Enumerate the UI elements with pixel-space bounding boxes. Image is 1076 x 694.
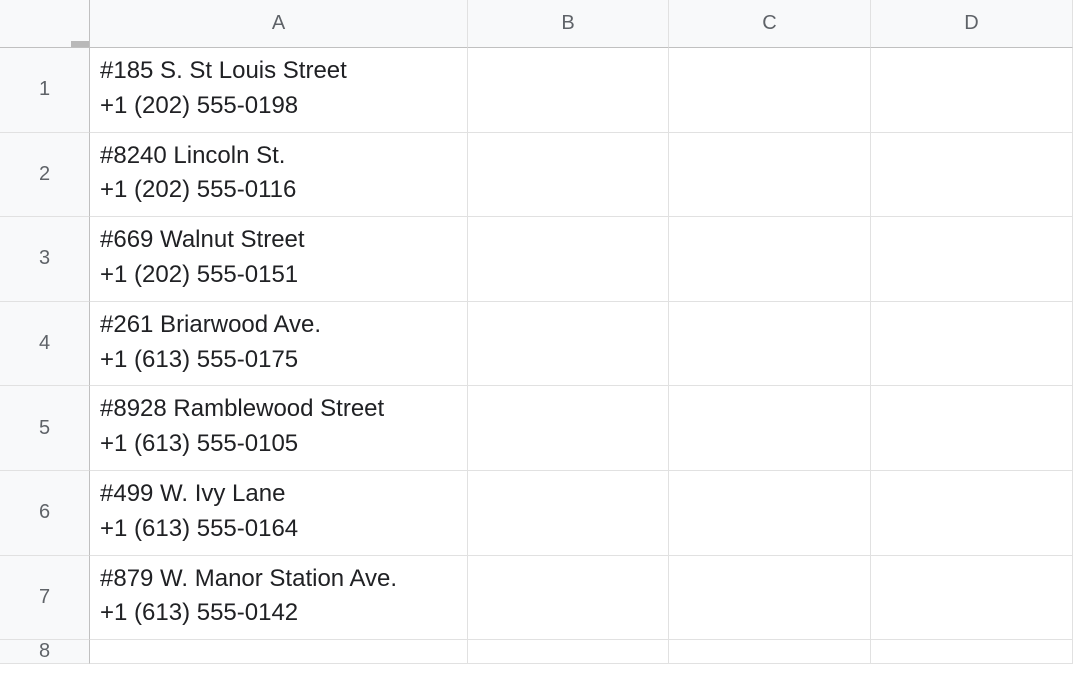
- cell-D7[interactable]: [871, 556, 1073, 641]
- cell-C7[interactable]: [669, 556, 871, 641]
- row-header-6[interactable]: 6: [0, 471, 90, 556]
- cell-A6[interactable]: #499 W. Ivy Lane +1 (613) 555-0164: [90, 471, 468, 556]
- cell-D5[interactable]: [871, 386, 1073, 471]
- row-header-7[interactable]: 7: [0, 556, 90, 641]
- cell-C5[interactable]: [669, 386, 871, 471]
- select-all-corner[interactable]: [0, 0, 90, 48]
- row-header-4[interactable]: 4: [0, 302, 90, 387]
- cell-B7[interactable]: [468, 556, 669, 641]
- cell-C8[interactable]: [669, 640, 871, 664]
- cell-C3[interactable]: [669, 217, 871, 302]
- cell-A5[interactable]: #8928 Ramblewood Street +1 (613) 555-010…: [90, 386, 468, 471]
- cell-A7[interactable]: #879 W. Manor Station Ave. +1 (613) 555-…: [90, 556, 468, 641]
- cell-B8[interactable]: [468, 640, 669, 664]
- cell-B4[interactable]: [468, 302, 669, 387]
- cell-D2[interactable]: [871, 133, 1073, 218]
- cell-A4[interactable]: #261 Briarwood Ave. +1 (613) 555-0175: [90, 302, 468, 387]
- cell-A3[interactable]: #669 Walnut Street +1 (202) 555-0151: [90, 217, 468, 302]
- col-header-d[interactable]: D: [871, 0, 1073, 48]
- cell-B2[interactable]: [468, 133, 669, 218]
- cell-D6[interactable]: [871, 471, 1073, 556]
- cell-A1[interactable]: #185 S. St Louis Street +1 (202) 555-019…: [90, 48, 468, 133]
- cell-C2[interactable]: [669, 133, 871, 218]
- col-header-a[interactable]: A: [90, 0, 468, 48]
- cell-C4[interactable]: [669, 302, 871, 387]
- cell-C6[interactable]: [669, 471, 871, 556]
- cell-B6[interactable]: [468, 471, 669, 556]
- row-header-8[interactable]: 8: [0, 640, 90, 664]
- cell-D3[interactable]: [871, 217, 1073, 302]
- cell-C1[interactable]: [669, 48, 871, 133]
- cell-A8[interactable]: [90, 640, 468, 664]
- row-header-2[interactable]: 2: [0, 133, 90, 218]
- row-header-1[interactable]: 1: [0, 48, 90, 133]
- cell-D1[interactable]: [871, 48, 1073, 133]
- cell-B3[interactable]: [468, 217, 669, 302]
- col-header-c[interactable]: C: [669, 0, 871, 48]
- row-header-5[interactable]: 5: [0, 386, 90, 471]
- spreadsheet-grid: A B C D 1#185 S. St Louis Street +1 (202…: [0, 0, 1076, 664]
- cell-D4[interactable]: [871, 302, 1073, 387]
- cell-B1[interactable]: [468, 48, 669, 133]
- col-header-b[interactable]: B: [468, 0, 669, 48]
- cell-A2[interactable]: #8240 Lincoln St. +1 (202) 555-0116: [90, 133, 468, 218]
- row-header-3[interactable]: 3: [0, 217, 90, 302]
- cell-D8[interactable]: [871, 640, 1073, 664]
- cell-B5[interactable]: [468, 386, 669, 471]
